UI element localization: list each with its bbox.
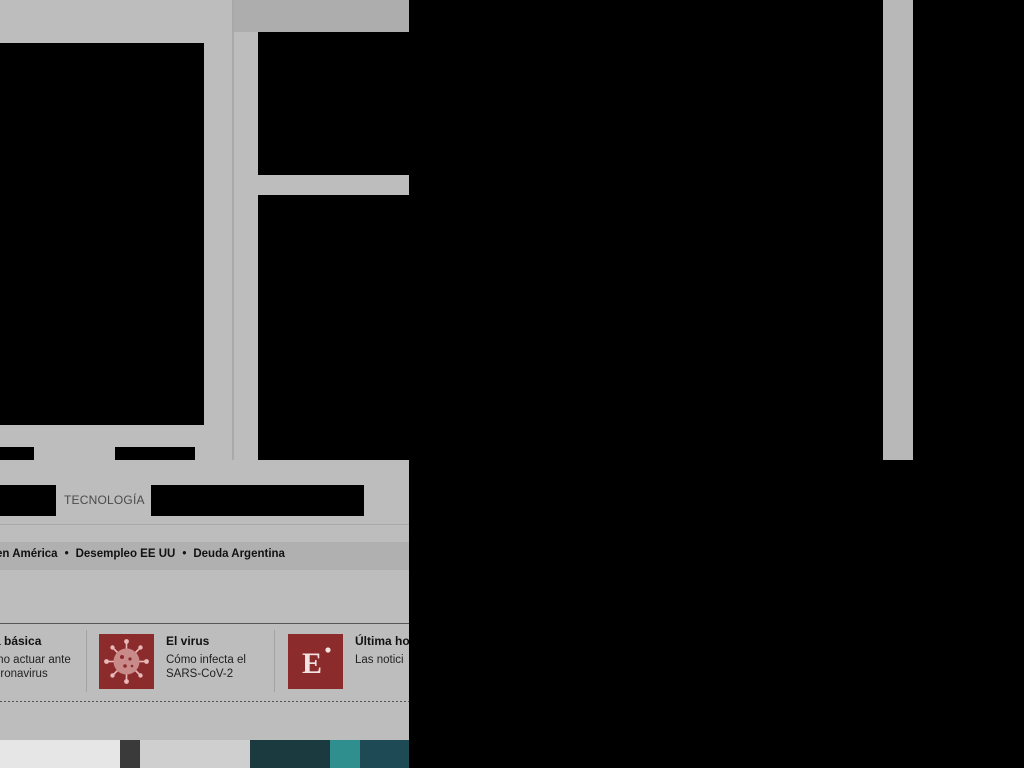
header-band <box>234 0 409 32</box>
trending-topics-list: en América • Desempleo EE UU • Deuda Argenti… <box>0 548 285 560</box>
nav-section-redacted-a[interactable] <box>0 485 56 516</box>
ad-slot-right-bottom[interactable] <box>258 195 409 460</box>
nav-section-redacted-b[interactable] <box>151 485 364 516</box>
topic-link[interactable]: en América <box>0 548 58 560</box>
ad-strip-right <box>115 447 195 460</box>
ad-strip-left <box>0 447 34 460</box>
lead-story-photo[interactable] <box>0 740 409 768</box>
topic-separator: • <box>182 548 187 560</box>
webpage-viewport: TECNOLOGÍA en América • Desempleo EE UU • De… <box>0 0 409 768</box>
card-divider <box>86 630 87 692</box>
card-title: Última ho <box>355 634 409 648</box>
scrollbar-thumb[interactable] <box>883 0 913 460</box>
svg-text:E: E <box>302 647 322 680</box>
card-text-line: Cómo infecta el <box>166 654 246 666</box>
virus-card[interactable]: El virus Cómo infecta el SARS-CoV-2 <box>166 634 246 681</box>
el-pais-e-logo[interactable]: E <box>288 634 343 689</box>
column-divider <box>232 0 234 460</box>
cards-bottom-rule <box>0 701 409 702</box>
guide-card[interactable]: a básica mo actuar ante oronavirus <box>0 634 71 681</box>
card-title: a básica <box>0 634 42 648</box>
topic-link[interactable]: Desempleo EE UU <box>76 548 176 560</box>
card-text-line: oronavirus <box>0 668 48 680</box>
latest-news-card[interactable]: Última ho Las notici <box>355 634 409 667</box>
card-title: El virus <box>166 634 210 648</box>
nav-bottom-divider <box>0 524 409 525</box>
nav-link-tecnologia[interactable]: TECNOLOGÍA <box>64 493 145 507</box>
virus-icon[interactable] <box>99 634 154 689</box>
card-divider <box>274 630 275 692</box>
topic-link[interactable]: Deuda Argentina <box>193 548 285 560</box>
cards-top-rule <box>0 623 409 624</box>
card-text-line: mo actuar ante <box>0 654 71 666</box>
ad-slot-right-top[interactable] <box>258 32 409 175</box>
topic-separator: • <box>64 548 69 560</box>
ad-slot-left[interactable] <box>0 43 204 425</box>
card-text-line: SARS-CoV-2 <box>166 668 234 680</box>
card-text-line: Las notici <box>355 654 404 666</box>
